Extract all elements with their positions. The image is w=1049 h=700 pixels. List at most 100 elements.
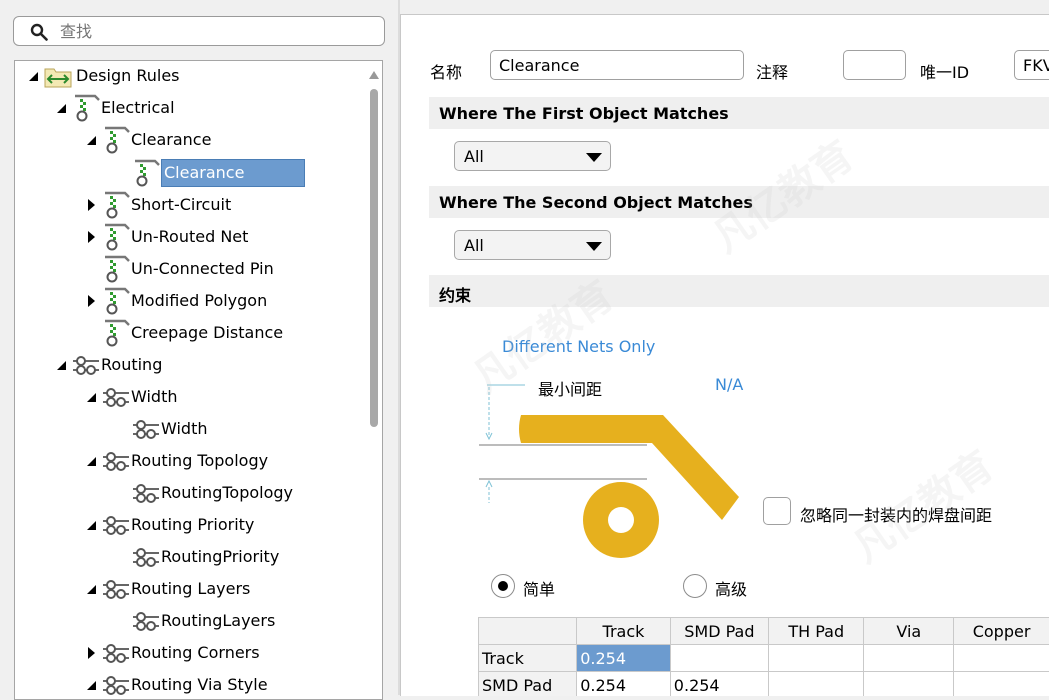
collapsed-triangle-icon[interactable]: [85, 230, 97, 244]
tree-item-label: RoutingLayers: [161, 610, 275, 632]
routing-icon: [101, 574, 131, 604]
matrix-cell[interactable]: [954, 645, 1049, 672]
tree-item[interactable]: Routing Layers: [15, 574, 365, 604]
second-object-title: Where The Second Object Matches: [439, 193, 753, 212]
tree-item[interactable]: Electrical: [15, 93, 365, 123]
tree-item-label: Clearance: [131, 129, 211, 151]
tree-item[interactable]: Clearance: [15, 125, 365, 155]
first-object-value: All: [464, 147, 484, 166]
matrix-corner: [479, 618, 577, 645]
tree-item[interactable]: Un-Routed Net: [15, 222, 365, 252]
matrix-cell[interactable]: [768, 672, 863, 697]
tree-item[interactable]: RoutingLayers: [15, 606, 365, 636]
ignore-pads-label: 忽略同一封装内的焊盘间距: [800, 502, 992, 526]
routing-icon: [131, 606, 161, 636]
tree-item[interactable]: RoutingPriority: [15, 542, 365, 572]
modified-polygon-icon: [101, 286, 131, 316]
rule-name-field[interactable]: [490, 50, 744, 80]
scroll-up-arrow-icon[interactable]: [369, 71, 379, 79]
matrix-col-header: Track: [577, 618, 671, 645]
search-box[interactable]: [13, 16, 385, 46]
expanded-triangle-icon[interactable]: [85, 454, 97, 468]
pad-hole-shape: [608, 507, 634, 533]
matrix-cell[interactable]: [864, 672, 954, 697]
expanded-triangle-icon[interactable]: [85, 518, 97, 532]
unrouted-net-icon: [101, 222, 131, 252]
collapsed-triangle-icon[interactable]: [85, 646, 97, 660]
tree-item[interactable]: Clearance: [15, 158, 365, 188]
clearance-rule-icon: [131, 158, 161, 188]
tree-item-label: RoutingTopology: [161, 482, 293, 504]
expanded-triangle-icon[interactable]: [27, 69, 39, 83]
tree-item[interactable]: Routing Via Style: [15, 670, 365, 700]
tree-item[interactable]: Short-Circuit: [15, 190, 365, 220]
expanded-triangle-icon[interactable]: [85, 678, 97, 692]
unique-id-field[interactable]: [1014, 50, 1049, 80]
matrix-cell[interactable]: 0.254: [670, 672, 768, 697]
matrix-cell[interactable]: 0.254: [577, 672, 671, 697]
expanded-triangle-icon[interactable]: [85, 133, 97, 147]
matrix-row-header: Track: [479, 645, 577, 672]
first-object-dropdown[interactable]: All: [454, 141, 611, 171]
comment-label: 注释: [756, 59, 788, 83]
second-object-section-header: Where The Second Object Matches: [429, 186, 1049, 218]
matrix-cell[interactable]: [768, 645, 863, 672]
tree-item[interactable]: Width: [15, 382, 365, 412]
unique-id-label: 唯一ID: [920, 59, 969, 83]
search-input[interactable]: [60, 20, 360, 42]
short-circuit-icon: [101, 190, 131, 220]
matrix-row: SMD Pad 0.254 0.254: [479, 672, 1049, 697]
ignore-pads-checkbox[interactable]: [763, 497, 791, 525]
matrix-col-header: TH Pad: [768, 618, 863, 645]
tree-item[interactable]: Creepage Distance: [15, 318, 365, 348]
tree-item[interactable]: Routing: [15, 350, 365, 380]
matrix-cell[interactable]: 0.254: [577, 645, 671, 672]
tree-item-label: Routing Layers: [131, 578, 250, 600]
tree-item[interactable]: Modified Polygon: [15, 286, 365, 316]
routing-icon: [131, 414, 161, 444]
clearance-diagram: [477, 375, 767, 575]
tree-item-label: Creepage Distance: [131, 322, 283, 344]
routing-icon: [101, 510, 131, 540]
tree-item-label: Routing Topology: [131, 450, 268, 472]
tree-item[interactable]: Routing Topology: [15, 446, 365, 476]
tree-item-label: Electrical: [101, 97, 175, 119]
advanced-mode-radio[interactable]: [683, 574, 707, 598]
scroll-thumb[interactable]: [370, 89, 378, 427]
routing-icon: [131, 478, 161, 508]
expanded-triangle-icon[interactable]: [85, 582, 97, 596]
tree-item[interactable]: Routing Priority: [15, 510, 365, 540]
second-object-dropdown[interactable]: All: [454, 230, 611, 260]
matrix-cell[interactable]: [670, 645, 768, 672]
collapsed-triangle-icon[interactable]: [85, 294, 97, 308]
first-object-title: Where The First Object Matches: [439, 104, 729, 123]
tree-item[interactable]: Un-Connected Pin: [15, 254, 365, 284]
routing-icon: [101, 382, 131, 412]
net-scope-link[interactable]: Different Nets Only: [502, 337, 655, 356]
tree-item-label: Width: [161, 418, 207, 440]
search-icon: [30, 23, 48, 41]
matrix-cell[interactable]: [954, 672, 1049, 697]
simple-mode-label: 简单: [523, 576, 555, 600]
tree-scrollbar[interactable]: [366, 61, 382, 700]
matrix-header-row: Track SMD Pad TH Pad Via Copper: [479, 618, 1049, 645]
matrix-cell[interactable]: [864, 645, 954, 672]
tree-item[interactable]: Design Rules: [15, 61, 365, 91]
expanded-triangle-icon[interactable]: [85, 390, 97, 404]
tree-item-label: Short-Circuit: [131, 194, 231, 216]
constraints-section-header: 约束: [429, 275, 1049, 307]
tree-item-label: Routing: [101, 354, 162, 376]
rule-comment-field[interactable]: [843, 50, 906, 80]
tree-item[interactable]: Width: [15, 414, 365, 444]
routing-icon: [101, 670, 131, 700]
collapsed-triangle-icon[interactable]: [85, 198, 97, 212]
tree-item[interactable]: RoutingTopology: [15, 478, 365, 508]
expanded-triangle-icon[interactable]: [55, 358, 67, 372]
rule-editor-pane: 名称 注释 唯一ID Where The First Object Matche…: [400, 14, 1049, 696]
electrical-rule-icon: [71, 93, 101, 123]
expanded-triangle-icon[interactable]: [55, 101, 67, 115]
tree-item-label: Routing Via Style: [131, 674, 268, 696]
tree-item[interactable]: Routing Corners: [15, 638, 365, 668]
tree-item-label: Clearance: [161, 159, 305, 187]
simple-mode-radio[interactable]: [491, 574, 515, 598]
